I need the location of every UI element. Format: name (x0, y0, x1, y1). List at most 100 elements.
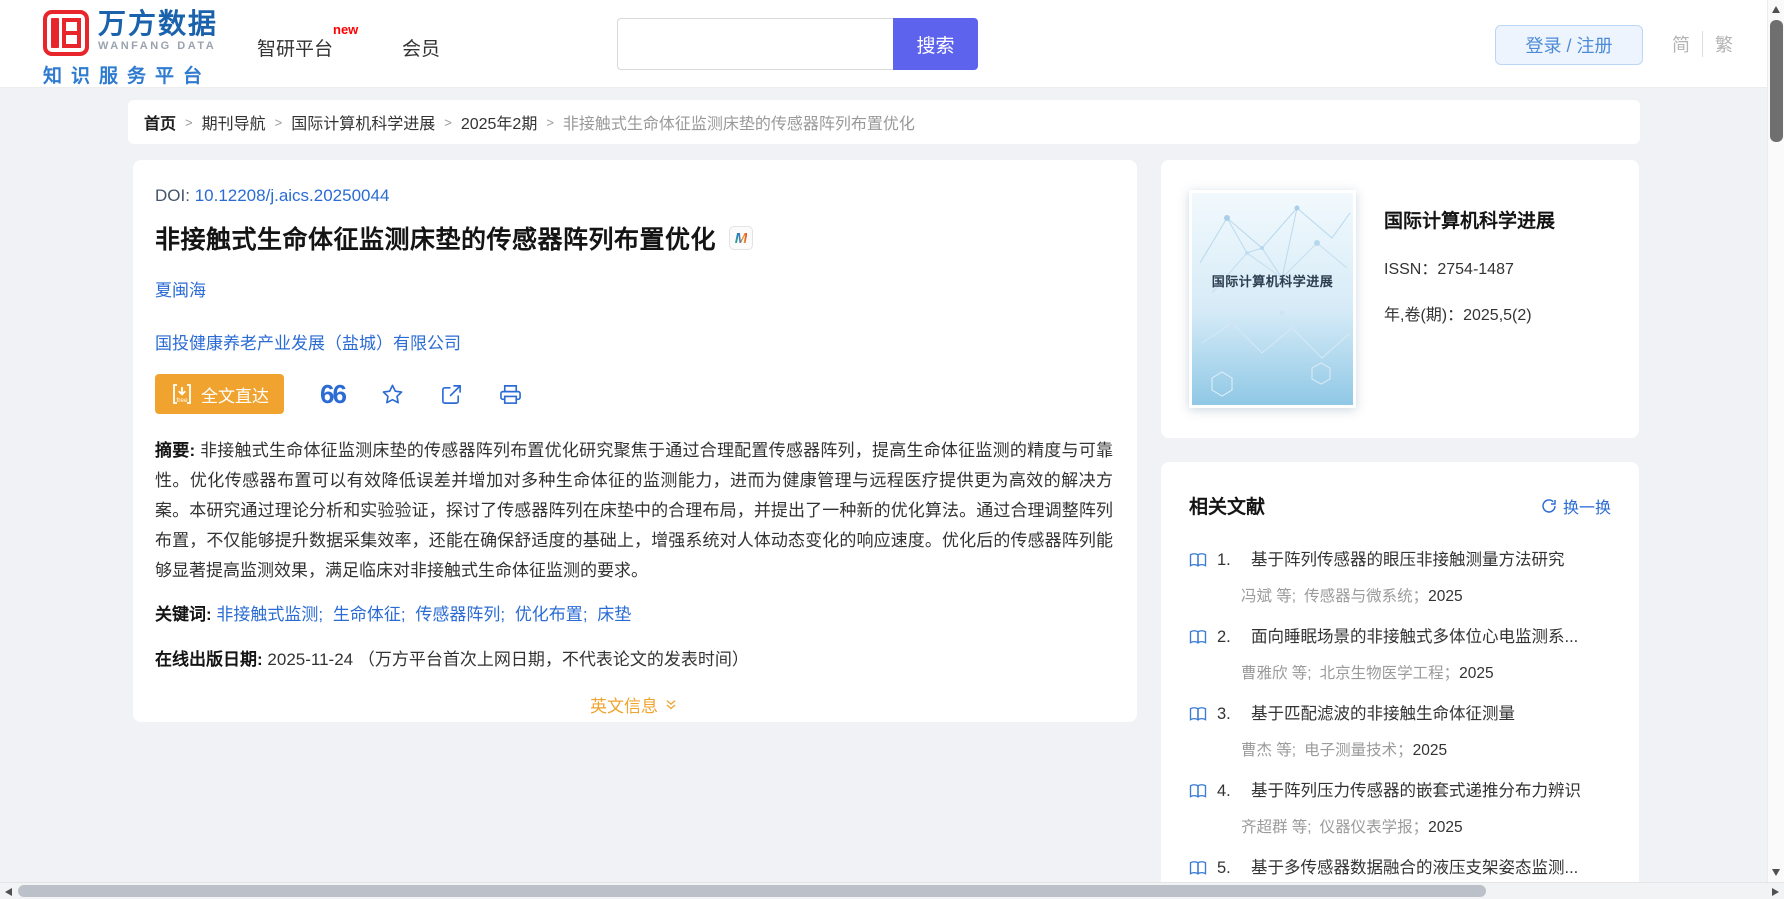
horizontal-scrollbar[interactable] (0, 882, 1784, 899)
login-register-button[interactable]: 登录 / 注册 (1495, 25, 1643, 65)
doi-row: DOI: 10.12208/j.aics.20250044 (155, 186, 1113, 206)
volume-label: 年,卷(期)： (1384, 307, 1464, 324)
breadcrumb-separator: > (546, 114, 554, 130)
lang-simplified[interactable]: 简 (1672, 31, 1690, 57)
scroll-left-arrow[interactable] (5, 888, 12, 896)
breadcrumb-separator: > (444, 114, 452, 130)
abstract-text: 非接触式生命体征监测床垫的传感器阵列布置优化研究聚焦于通过合理配置传感器阵列，提… (155, 441, 1113, 580)
journal-issn-row: ISSN：2754-1487 (1384, 255, 1555, 279)
new-badge: new (333, 22, 359, 37)
volume-value: 2025,5(2) (1463, 307, 1532, 324)
related-item: 4. 基于阵列压力传感器的嵌套式递推分布力辨识 齐超群 等; 仪器仪表学报；202… (1189, 780, 1611, 837)
search-button[interactable]: 搜索 (893, 18, 978, 70)
scroll-down-arrow[interactable] (1772, 869, 1780, 876)
svg-text:free: free (176, 397, 188, 404)
issn-value: 2754-1487 (1437, 261, 1514, 278)
related-item-meta: 冯斌 等; 传感器与微系统；2025 (1241, 588, 1463, 605)
search-input[interactable] (617, 18, 893, 70)
related-item-meta: 齐超群 等; 仪器仪表学报；2025 (1241, 819, 1463, 836)
english-info-toggle[interactable]: 英文信息 (155, 692, 1113, 717)
related-heading: 相关文献 (1189, 497, 1266, 518)
breadcrumb: 首页 > 期刊导航 > 国际计算机科学进展 > 2025年2期 > 非接触式生命… (128, 100, 1640, 144)
journal-cover[interactable]: 国际计算机科学进展 (1189, 190, 1356, 408)
journal-card: 国际计算机科学进展 国际计算机科学进展 ISSN：2754-1487 年,卷(期… (1161, 160, 1639, 438)
metrics-badge[interactable]: M (729, 226, 754, 250)
publish-date-value: 2025-11-24 (267, 650, 354, 669)
book-icon (1189, 553, 1207, 567)
chevron-double-down-icon (666, 699, 676, 709)
related-item-title[interactable]: 2. 面向睡眠场景的非接触式多体位心电监测系... (1189, 626, 1611, 648)
wanfang-logo[interactable]: 万方数据 WANFANG DATA 知识服务平台 (43, 10, 218, 88)
article-card: DOI: 10.12208/j.aics.20250044 非接触式生命体征监测… (133, 160, 1137, 722)
keyword-link[interactable]: 非接触式监测 (216, 605, 318, 624)
print-icon[interactable] (499, 383, 522, 406)
scroll-up-arrow[interactable] (1772, 6, 1780, 13)
book-icon (1189, 630, 1207, 644)
vertical-scrollbar[interactable] (1767, 0, 1784, 882)
breadcrumb-journal-nav[interactable]: 期刊导航 (202, 110, 266, 134)
scroll-right-arrow[interactable] (1772, 888, 1779, 896)
doi-label: DOI: (155, 186, 190, 205)
keywords-label: 关键词: (155, 605, 212, 624)
publish-date-label: 在线出版日期: (155, 650, 263, 669)
journal-name[interactable]: 国际计算机科学进展 (1384, 206, 1555, 233)
abstract: 摘要: 非接触式生命体征监测床垫的传感器阵列布置优化研究聚焦于通过合理配置传感器… (155, 436, 1113, 586)
vertical-scroll-thumb[interactable] (1770, 20, 1783, 142)
brand-name-en: WANFANG DATA (98, 40, 217, 52)
related-item: 2. 面向睡眠场景的非接触式多体位心电监测系... 曹雅欣 等; 北京生物医学工程… (1189, 626, 1611, 683)
issn-label: ISSN： (1384, 261, 1438, 278)
breadcrumb-separator: > (274, 114, 283, 130)
journal-cover-title: 国际计算机科学进展 (1211, 274, 1334, 289)
author-row: 夏闽海 (155, 276, 1113, 301)
brand-name: 万方数据 (98, 8, 219, 39)
keyword-link[interactable]: 传感器阵列 (415, 605, 500, 624)
quote-icon[interactable]: 66 (320, 381, 347, 407)
publish-date-note: （万方平台首次上网日期，不代表论文的发表时间） (357, 650, 749, 669)
doi-link[interactable]: 10.12208/j.aics.20250044 (195, 186, 390, 205)
book-icon (1189, 784, 1207, 798)
breadcrumb-separator: > (185, 114, 193, 130)
related-item-title[interactable]: 1. 基于阵列传感器的眼压非接触测量方法研究 (1189, 549, 1611, 571)
keywords-row: 关键词: 非接触式监测; 生命体征; 传感器阵列; 优化布置; 床垫 (155, 605, 632, 624)
header: 万方数据 WANFANG DATA 知识服务平台 智研平台 new 会员 搜索 … (0, 0, 1784, 88)
author-link[interactable]: 夏闽海 (155, 281, 206, 300)
related-item-meta: 曹杰 等; 电子测量技术；2025 (1241, 742, 1448, 759)
share-icon[interactable] (440, 383, 463, 406)
keyword-link[interactable]: 床垫 (597, 605, 631, 624)
search-bar: 搜索 (617, 18, 978, 70)
related-item-title[interactable]: 3. 基于匹配滤波的非接触生命体征测量 (1189, 703, 1611, 725)
journal-volume-row: 年,卷(期)：2025,5(2) (1384, 301, 1555, 325)
breadcrumb-issue[interactable]: 2025年2期 (461, 110, 538, 134)
affiliation-link[interactable]: 国投健康养老产业发展（盐城）有限公司 (155, 334, 461, 353)
language-toggle: 简 繁 (1672, 31, 1733, 57)
related-item: 3. 基于匹配滤波的非接触生命体征测量 曹杰 等; 电子测量技术；2025 (1189, 703, 1611, 760)
affiliation-row: 国投健康养老产业发展（盐城）有限公司 (155, 329, 1113, 354)
nav-zhiyan-platform[interactable]: 智研平台 (257, 34, 333, 61)
fulltext-button[interactable]: free 全文直达 (155, 374, 284, 414)
keyword-link[interactable]: 优化布置 (515, 605, 583, 624)
book-icon (1189, 707, 1207, 721)
refresh-icon (1542, 498, 1556, 513)
related-item-title[interactable]: 4. 基于阵列压力传感器的嵌套式递推分布力辨识 (1189, 780, 1611, 802)
related-item-meta: 曹雅欣 等; 北京生物医学工程；2025 (1241, 665, 1494, 682)
related-list: 1. 基于阵列传感器的眼压非接触测量方法研究 冯斌 等; 传感器与微系统；2025… (1189, 549, 1611, 879)
journal-cover-art (1199, 205, 1351, 397)
nav-member[interactable]: 会员 (402, 34, 440, 61)
favorite-star-icon[interactable] (381, 383, 404, 406)
breadcrumb-journal[interactable]: 国际计算机科学进展 (291, 110, 435, 134)
lang-traditional[interactable]: 繁 (1702, 31, 1733, 57)
breadcrumb-current-article: 非接触式生命体征监测床垫的传感器阵列布置优化 (562, 116, 915, 133)
refresh-related-button[interactable]: 换一换 (1541, 494, 1611, 518)
action-toolbar: free 全文直达 66 (155, 374, 1113, 414)
keyword-link[interactable]: 生命体征 (333, 605, 401, 624)
publish-date-row: 在线出版日期: 2025-11-24 （万方平台首次上网日期，不代表论文的发表时… (155, 645, 1113, 670)
breadcrumb-home[interactable]: 首页 (144, 110, 176, 134)
related-item: 1. 基于阵列传感器的眼压非接触测量方法研究 冯斌 等; 传感器与微系统；2025 (1189, 549, 1611, 606)
brand-tagline: 知识服务平台 (43, 66, 212, 87)
download-free-icon: free (173, 384, 191, 404)
horizontal-scroll-thumb[interactable] (18, 885, 1486, 897)
related-item-title[interactable]: 5. 基于多传感器数据融合的液压支架姿态监测... (1189, 857, 1611, 879)
related-item: 5. 基于多传感器数据融合的液压支架姿态监测... (1189, 857, 1611, 879)
abstract-label: 摘要: (155, 441, 196, 460)
article-title: 非接触式生命体征监测床垫的传感器阵列布置优化 (155, 226, 717, 254)
